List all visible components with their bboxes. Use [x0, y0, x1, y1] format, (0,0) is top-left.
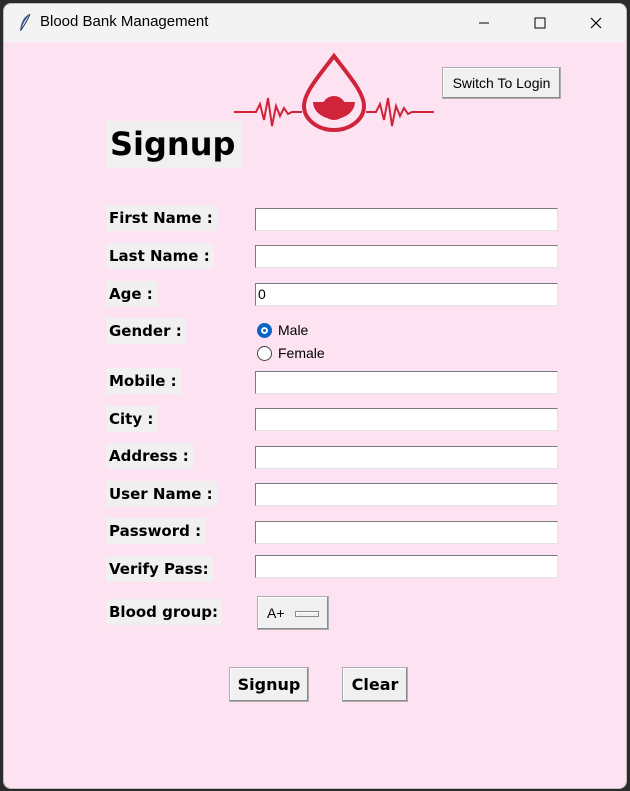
username-field[interactable]: [255, 483, 558, 506]
blood-group-label: Blood group:: [106, 599, 222, 625]
last-name-field[interactable]: [255, 245, 558, 268]
maximize-button[interactable]: [517, 4, 563, 42]
window-title: Blood Bank Management: [40, 13, 209, 30]
first-name-label: First Name :: [106, 205, 217, 231]
mobile-label: Mobile :: [106, 368, 181, 394]
mobile-field[interactable]: [255, 371, 558, 394]
address-label: Address :: [106, 443, 193, 469]
dropdown-indicator-icon: [295, 611, 319, 617]
blood-drop-heartbeat-logo: [234, 52, 434, 132]
feather-icon: [20, 13, 31, 31]
maximize-icon: [534, 17, 546, 29]
app-window: Blood Bank Management Switch To Login Si…: [3, 3, 627, 789]
page-title: Signup: [106, 121, 242, 168]
gender-male-radio[interactable]: Male: [257, 320, 308, 340]
clear-button[interactable]: Clear: [342, 667, 408, 702]
switch-to-login-button[interactable]: Switch To Login: [442, 67, 561, 99]
last-name-label: Last Name :: [106, 243, 214, 269]
city-field[interactable]: [255, 408, 558, 431]
age-label: Age :: [106, 281, 157, 307]
gender-male-label: Male: [278, 322, 309, 338]
radio-selected-icon: [257, 322, 272, 338]
gender-label: Gender :: [106, 318, 186, 344]
address-field[interactable]: [255, 446, 558, 469]
radio-unselected-icon: [257, 345, 272, 361]
gender-female-label: Female: [278, 345, 325, 361]
gender-female-radio[interactable]: Female: [257, 343, 325, 363]
password-field[interactable]: [255, 521, 558, 544]
close-icon: [590, 17, 602, 29]
password-label: Password :: [106, 518, 206, 544]
city-label: City :: [106, 406, 158, 432]
title-bar: Blood Bank Management: [4, 4, 626, 42]
age-field[interactable]: 0: [255, 283, 558, 306]
signup-button[interactable]: Signup: [229, 667, 309, 702]
minimize-button[interactable]: [461, 4, 507, 42]
first-name-field[interactable]: [255, 208, 558, 231]
verify-pass-label: Verify Pass:: [106, 556, 213, 582]
verify-pass-field[interactable]: [255, 555, 558, 578]
close-button[interactable]: [573, 4, 619, 42]
blood-group-value: A+: [267, 605, 285, 621]
minimize-icon: [479, 22, 489, 24]
username-label: User Name :: [106, 481, 217, 507]
blood-group-select[interactable]: A+: [257, 596, 329, 630]
